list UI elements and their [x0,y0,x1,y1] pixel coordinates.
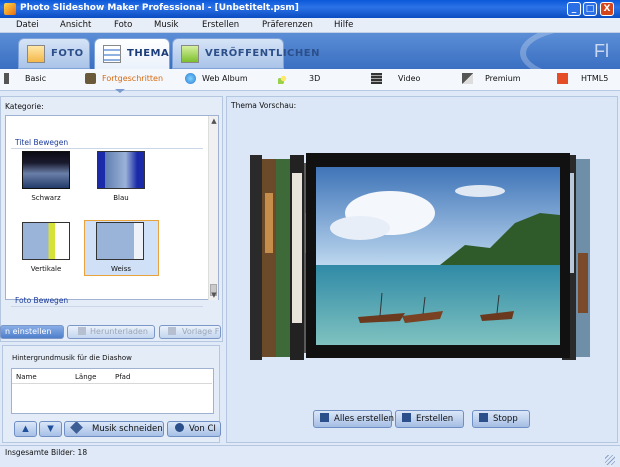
subtab-basic[interactable]: Basic [4,73,46,87]
maximize-button[interactable]: □ [583,2,597,16]
create-all-icon [320,413,329,422]
tab-veroeffentlichen-label: VERÖFFENTLICHEN [205,48,320,59]
subtab-premium[interactable]: Premium [462,73,521,87]
web-album-icon [185,73,196,84]
music-label: Hintergrundmusik für die Diashow [12,354,132,362]
publish-tab-icon [181,45,199,63]
tab-thema-label: THEMA [127,48,170,59]
html5-icon [557,73,568,84]
move-up-button[interactable]: ▲ [14,421,37,437]
create-icon [402,413,411,422]
template-button-label: Vorlage F [182,327,220,336]
theme-caption-blau: Blau [113,194,129,202]
download-icon [78,327,86,335]
subtab-html5-label: HTML5 [581,74,609,83]
advanced-icon [85,73,96,84]
create-label: Erstellen [416,414,454,424]
sub-tab-bar: Basic Fortgeschritten Web Album 3D Video… [0,69,620,91]
resize-grip-icon[interactable] [605,455,615,465]
menu-datei[interactable]: Datei [16,20,39,30]
minimize-button[interactable]: _ [567,2,581,16]
theme-caption-vertikale: Vertikale [30,265,62,273]
column-header-pfad[interactable]: Pfad [115,373,130,381]
section-title-bewegen: Titel Bewegen [15,138,69,147]
theme-thumbnail-vertikale[interactable] [22,222,70,260]
section-divider [11,306,203,307]
stop-icon [479,413,488,422]
cd-icon [175,423,184,432]
subtab-basic-label: Basic [25,74,47,83]
category-label: Kategorie: [5,102,44,111]
menu-musik[interactable]: Musik [154,20,178,30]
menu-hilfe[interactable]: Hilfe [334,20,353,30]
active-subtab-indicator [115,89,125,93]
subtab-web-album-label: Web Album [202,74,248,83]
tab-thema[interactable]: THEMA [94,38,170,69]
template-button[interactable]: Vorlage F [159,325,221,339]
tab-foto[interactable]: FOTO [18,38,90,69]
3d-icon [278,73,289,84]
column-header-laenge[interactable]: Länge [75,373,96,381]
theme-thumbnail-weiss[interactable] [96,222,144,260]
title-bar: Photo Slideshow Maker Professional - [Un… [0,0,620,18]
menu-foto[interactable]: Foto [114,20,132,30]
theme-preview [250,153,592,364]
from-cd-button[interactable]: Von CI [167,421,221,437]
theme-thumbnail-schwarz[interactable] [22,151,70,189]
section-title-foto-bewegen: Foto Bewegen [15,296,69,305]
download-button-label: Herunterladen [90,327,148,336]
premium-icon [462,73,473,84]
preview-label: Thema Vorschau: [231,101,297,110]
menu-ansicht[interactable]: Ansicht [60,20,91,30]
theme-caption-weiss: Weiss [110,265,132,273]
category-scrollbar[interactable]: ▲ ▼ [208,116,218,300]
download-button[interactable]: Herunterladen [67,325,155,339]
brand-text: Fl [594,41,609,61]
apply-theme-button[interactable]: n einstellen [0,325,64,339]
status-text: Insgesamte Bilder: 18 [5,448,88,457]
subtab-fortgeschritten[interactable]: Fortgeschritten [85,73,163,87]
column-header-name[interactable]: Name [16,373,37,381]
subtab-3d[interactable]: 3D [278,73,320,87]
tab-veroeffentlichen[interactable]: VERÖFFENTLICHEN [172,38,319,69]
column-divider [12,383,212,384]
menu-praeferenzen[interactable]: Präferenzen [262,20,313,30]
subtab-3d-label: 3D [309,74,321,83]
subtab-video-label: Video [398,74,421,83]
basic-icon [4,73,9,84]
template-icon [168,327,176,335]
scroll-up-icon[interactable]: ▲ [209,116,219,126]
menu-erstellen[interactable]: Erstellen [202,20,239,30]
music-list[interactable] [11,368,214,414]
subtab-html5[interactable]: HTML5 [557,73,608,87]
cut-music-label: Musik schneiden [92,424,163,434]
subtab-web-album[interactable]: Web Album [185,73,248,87]
scroll-down-icon[interactable]: ▼ [209,290,219,300]
cut-music-button[interactable]: Musik schneiden [64,421,164,437]
subtab-video[interactable]: Video [371,73,420,87]
main-tab-strip: Fl FOTO THEMA VERÖFFENTLICHEN [0,33,620,69]
theme-caption-schwarz: Schwarz [31,194,61,202]
create-button[interactable]: Erstellen [395,410,464,428]
create-all-button[interactable]: Alles erstellen [313,410,394,428]
theme-tab-icon [103,45,121,63]
create-all-label: Alles erstellen [334,414,394,424]
subtab-fortgeschritten-label: Fortgeschritten [102,74,164,83]
move-down-button[interactable]: ▼ [39,421,62,437]
theme-thumbnail-blau[interactable] [97,151,145,189]
stop-label: Stopp [493,414,518,424]
tab-foto-label: FOTO [51,48,84,59]
photo-tab-icon [27,45,45,63]
status-bar [0,445,620,467]
stop-button[interactable]: Stopp [472,410,530,428]
from-cd-label: Von CI [189,424,216,434]
section-divider [11,148,203,149]
scissors-icon [70,422,83,434]
window-title: Photo Slideshow Maker Professional - [Un… [20,3,299,13]
subtab-premium-label: Premium [485,74,521,83]
close-button[interactable]: X [600,2,614,16]
app-icon [4,3,16,15]
video-icon [371,73,382,84]
menu-bar: Datei Ansicht Foto Musik Erstellen Präfe… [0,18,620,33]
